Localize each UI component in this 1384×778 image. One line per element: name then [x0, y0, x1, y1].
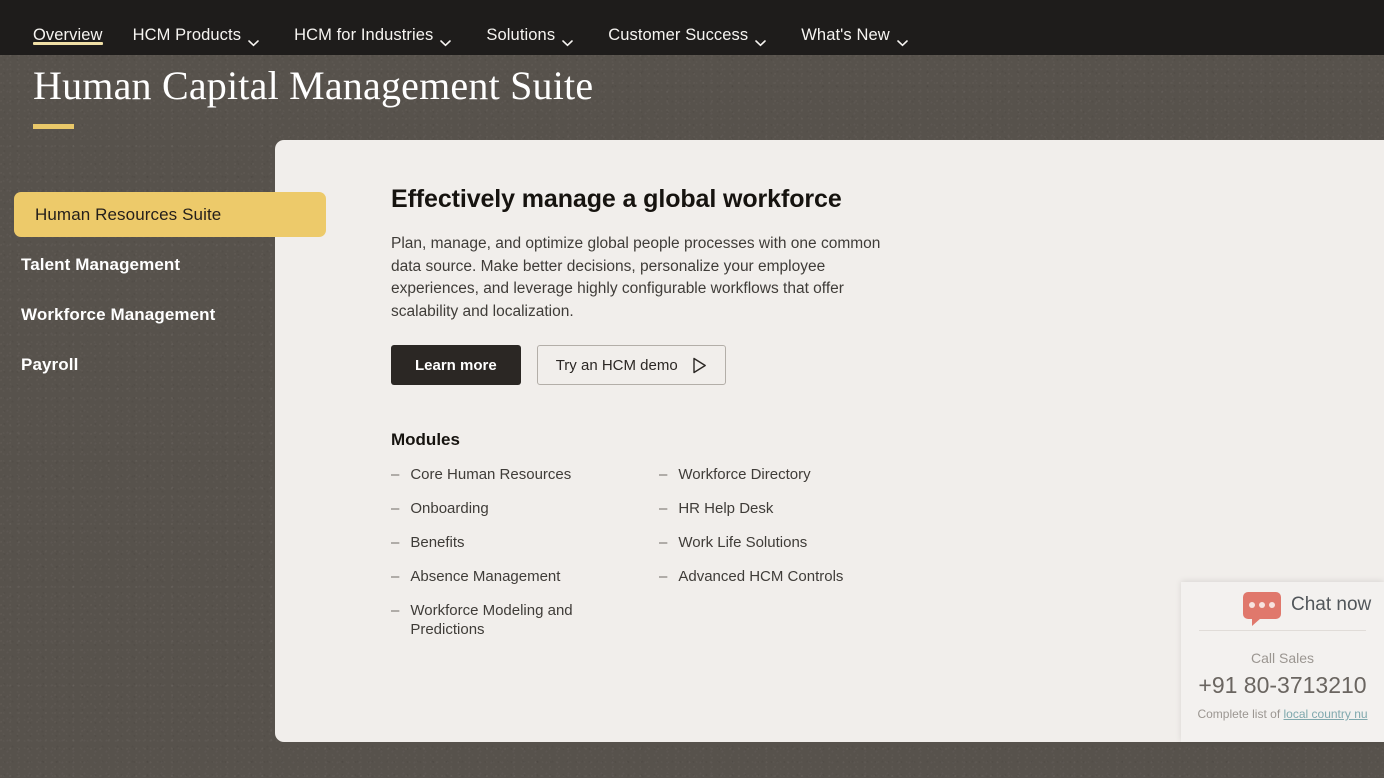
nav-item-label: HCM Products	[132, 25, 242, 44]
module-label: Benefits	[410, 534, 465, 551]
module-item[interactable]: – Benefits	[391, 533, 659, 552]
chat-now-widget[interactable]: Chat now	[1181, 582, 1384, 626]
module-label: Onboarding	[410, 500, 489, 517]
nav-item-label: Overview	[33, 25, 103, 44]
bullet-dash-icon: –	[391, 602, 400, 619]
modules-columns: – Core Human Resources – Onboarding – Be…	[391, 465, 927, 654]
product-tab-list: Human Resources Suite Talent Management …	[0, 192, 330, 392]
bullet-dash-icon: –	[391, 500, 400, 517]
sales-phone-number[interactable]: +91 80-3713210	[1181, 672, 1384, 699]
nav-item-hcm-for-industries[interactable]: HCM for Industries	[294, 0, 469, 55]
module-item[interactable]: – Absence Management	[391, 567, 659, 586]
sidebar-item-label: Payroll	[21, 354, 79, 374]
bullet-dash-icon: –	[659, 568, 668, 585]
chat-bubble-icon	[1243, 591, 1281, 626]
nav-item-label: Customer Success	[608, 25, 749, 44]
module-item[interactable]: – HR Help Desk	[659, 499, 927, 518]
modules-heading: Modules	[391, 430, 460, 449]
content-headline: Effectively manage a global workforce	[391, 185, 842, 213]
module-label: HR Help Desk	[678, 500, 774, 517]
chevron-down-icon	[248, 33, 259, 47]
nav-item-solutions[interactable]: Solutions	[486, 0, 591, 55]
sidebar-item-workforce-management[interactable]: Workforce Management	[0, 292, 330, 337]
try-hcm-demo-button[interactable]: Try an HCM demo	[536, 345, 726, 385]
country-numbers-prefix: Complete list of	[1197, 707, 1284, 721]
nav-item-label: HCM for Industries	[294, 25, 434, 44]
nav-item-overview[interactable]: Overview	[33, 0, 103, 55]
module-item[interactable]: – Workforce Modeling and Predictions	[391, 601, 659, 639]
country-numbers-line: Complete list of local country nu	[1181, 707, 1384, 721]
nav-item-customer-success[interactable]: Customer Success	[608, 0, 784, 55]
module-item[interactable]: – Work Life Solutions	[659, 533, 927, 552]
nav-item-hcm-products[interactable]: HCM Products	[133, 0, 277, 55]
sidebar-item-talent-management[interactable]: Talent Management	[0, 242, 330, 287]
chat-now-label: Chat now	[1291, 594, 1372, 615]
nav-item-label: Solutions	[486, 25, 556, 44]
chevron-down-icon	[562, 33, 573, 47]
bullet-dash-icon: –	[659, 500, 668, 517]
sidebar-item-label: Talent Management	[21, 254, 181, 274]
module-label: Work Life Solutions	[678, 534, 808, 551]
chevron-down-icon	[440, 33, 452, 47]
module-label: Workforce Modeling and Predictions	[410, 602, 573, 638]
sidebar-item-human-resources-suite[interactable]: Human Resources Suite	[14, 192, 326, 237]
sidebar-item-payroll[interactable]: Payroll	[0, 342, 330, 387]
content-copy: Effectively manage a global workforce Pl…	[391, 185, 901, 323]
bullet-dash-icon: –	[659, 466, 668, 483]
content-body: Plan, manage, and optimize global people…	[391, 235, 881, 320]
bullet-dash-icon: –	[659, 534, 668, 551]
modules-column-right: – Workforce Directory – HR Help Desk – W…	[659, 465, 927, 654]
nav-item-whats-new[interactable]: What's New	[801, 0, 926, 55]
chevron-down-icon	[896, 33, 908, 47]
sidebar-item-label: Human Resources Suite	[35, 204, 222, 224]
page-title: Human Capital Management Suite	[33, 63, 594, 108]
bullet-dash-icon: –	[391, 466, 400, 483]
module-label: Workforce Directory	[678, 466, 811, 483]
learn-more-button[interactable]: Learn more	[391, 345, 521, 385]
module-label: Advanced HCM Controls	[678, 568, 844, 585]
local-country-numbers-link[interactable]: local country nu	[1284, 707, 1368, 721]
chevron-down-icon	[755, 33, 767, 47]
primary-navigation: Overview HCM Products HCM for Industries…	[0, 0, 1384, 55]
title-accent-rule	[33, 124, 74, 129]
try-demo-label: Try an HCM demo	[555, 356, 678, 374]
module-item[interactable]: – Onboarding	[391, 499, 659, 518]
bullet-dash-icon: –	[391, 534, 400, 551]
learn-more-label: Learn more	[415, 356, 497, 374]
module-item[interactable]: – Workforce Directory	[659, 465, 927, 484]
play-icon	[692, 357, 707, 374]
call-sales-label: Call Sales	[1250, 650, 1315, 666]
nav-item-label: What's New	[801, 25, 890, 44]
sales-contact-panel: Chat now Call Sales +91 80-3713210 Compl…	[1181, 582, 1384, 742]
active-nav-underline	[33, 42, 103, 45]
modules-column-left: – Core Human Resources – Onboarding – Be…	[391, 465, 659, 654]
module-item[interactable]: – Core Human Resources	[391, 465, 659, 484]
cta-button-row: Learn more Try an HCM demo	[391, 345, 726, 385]
bullet-dash-icon: –	[391, 568, 400, 585]
sidebar-item-label: Workforce Management	[21, 304, 216, 324]
module-label: Absence Management	[410, 568, 561, 585]
module-label: Core Human Resources	[410, 466, 572, 483]
module-item[interactable]: – Advanced HCM Controls	[659, 567, 927, 586]
divider	[1199, 630, 1366, 631]
